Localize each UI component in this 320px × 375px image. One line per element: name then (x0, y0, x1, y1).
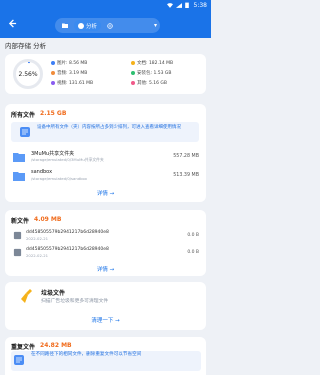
all-files-info-text: 设备中所有文件（夹）内容按所占多到少排列，可进入查看详细使用情况 (37, 125, 181, 130)
duplicate-files-card[interactable]: 重复文件 24.82 MB 在不同路径下的相同文件，删除重复文件可以节省空间 (5, 337, 206, 375)
legend-swatch (131, 81, 135, 85)
file-icon (13, 231, 22, 240)
copy-icon (14, 355, 24, 365)
wifi-icon (167, 2, 173, 8)
folder-icon (62, 23, 68, 28)
legend-item: 其他: 5.16 GB (131, 80, 167, 86)
all-files-title: 所有文件 (11, 112, 36, 119)
duplicate-size: 24.82 MB (40, 342, 72, 349)
app-bar: 分析 ▾ (0, 12, 211, 38)
folder-name: 3MuMu共享文件夹 (31, 151, 75, 157)
tab-analysis-label: 分析 (86, 23, 98, 30)
folder-size: 557.28 MB (173, 154, 199, 159)
file-name: dd458505579b2941217b6d28940e8 (26, 247, 109, 252)
folder-path: /storage/emulated/0/sandbox (31, 176, 87, 181)
battery-icon (185, 2, 189, 8)
legend-item: 文档: 182.14 MB (131, 60, 173, 66)
file-size: 0.0 B (187, 250, 199, 255)
storage-summary-card: 2.56% 图片: 8.56 MB 文档: 182.14 MB 音频: 3.19… (5, 54, 206, 94)
status-icons (167, 2, 189, 8)
analysis-icon (78, 22, 84, 29)
folder-path: /storage/emulated/0/3MuMu共享文件夹 (31, 157, 104, 162)
junk-title: 垃圾文件 (41, 290, 66, 297)
legend-swatch (51, 71, 55, 75)
legend-item: 视频: 131.61 MB (51, 80, 93, 86)
junk-subtitle: 扫描广告垃圾和更多可清理文件 (41, 299, 109, 304)
status-time: 5:38 (193, 2, 207, 9)
all-files-info: 设备中所有文件（夹）内容按所占多到少排列，可进入查看详细使用情况 (11, 122, 199, 142)
new-files-title: 新文件 (11, 218, 30, 225)
legend-swatch (131, 61, 135, 65)
clean-button[interactable]: 清理一下 → (5, 316, 206, 324)
tab-switcher: 分析 ▾ (55, 18, 160, 33)
more-tabs-icon[interactable]: ▾ (154, 22, 157, 29)
all-files-detail-link[interactable]: 详情 → (5, 189, 206, 197)
tab-network[interactable] (103, 20, 117, 31)
back-button[interactable] (8, 18, 17, 30)
status-bar: 5:38 (0, 0, 211, 12)
legend-swatch (51, 61, 55, 65)
new-files-detail-link[interactable]: 详情 → (5, 265, 206, 273)
file-name: dd458505579b2941217b6d28940e8 (26, 230, 109, 235)
new-files-heading: 新文件 4.09 MB (11, 216, 61, 225)
usage-percent: 2.56% (18, 71, 38, 78)
legend-swatch (131, 71, 135, 75)
legend-item: 安装包: 1.53 GB (131, 70, 171, 76)
usage-ring: 2.56% (13, 59, 43, 89)
all-files-heading: 所有文件 2.15 GB (11, 110, 66, 119)
all-files-size: 2.15 GB (40, 110, 67, 117)
folder-name: sandbox (31, 169, 53, 175)
legend-item: 图片: 8.56 MB (51, 60, 87, 66)
page-title: 内部存储 分析 (5, 42, 47, 50)
file-date: 2022-02-21 (26, 236, 49, 241)
duplicate-info-text: 在不同路径下的相同文件，删除重复文件可以节省空间 (31, 352, 142, 357)
tab-browse[interactable] (58, 20, 72, 31)
junk-files-card[interactable]: 垃圾文件 扫描广告垃圾和更多可清理文件 清理一下 → (5, 282, 206, 330)
broom-icon (21, 289, 32, 303)
legend-item: 音频: 3.19 MB (51, 70, 87, 76)
file-icon (13, 248, 22, 257)
duplicate-title: 重复文件 (11, 344, 36, 351)
tab-analysis[interactable]: 分析 (74, 20, 102, 31)
new-files-size: 4.09 MB (34, 216, 62, 223)
file-row[interactable]: dd458505579b2941217b6d28940e8 2022-02-21… (11, 245, 201, 261)
folder-row[interactable]: 3MuMu共享文件夹 /storage/emulated/0/3MuMu共享文件… (11, 148, 201, 168)
folder-row[interactable]: sandbox /storage/emulated/0/sandbox 513.… (11, 167, 201, 187)
new-files-card[interactable]: 新文件 4.09 MB dd458505579b2941217b6d28940e… (5, 210, 206, 276)
file-date: 2022-02-21 (26, 253, 49, 258)
all-files-card[interactable]: 所有文件 2.15 GB 设备中所有文件（夹）内容按所占多到少排列，可进入查看详… (5, 104, 206, 202)
folder-icon (13, 172, 25, 181)
duplicate-heading: 重复文件 24.82 MB (11, 342, 72, 351)
folder-icon (13, 153, 25, 162)
arrow-left-icon (8, 19, 17, 28)
signal-icon (176, 2, 182, 8)
file-size: 0.0 B (187, 233, 199, 238)
folder-size: 513.39 MB (173, 173, 199, 178)
legend-swatch (51, 81, 55, 85)
document-icon (20, 127, 30, 137)
network-icon (107, 22, 113, 29)
file-row[interactable]: dd458505579b2941217b6d28940e8 2022-02-21… (11, 228, 201, 244)
